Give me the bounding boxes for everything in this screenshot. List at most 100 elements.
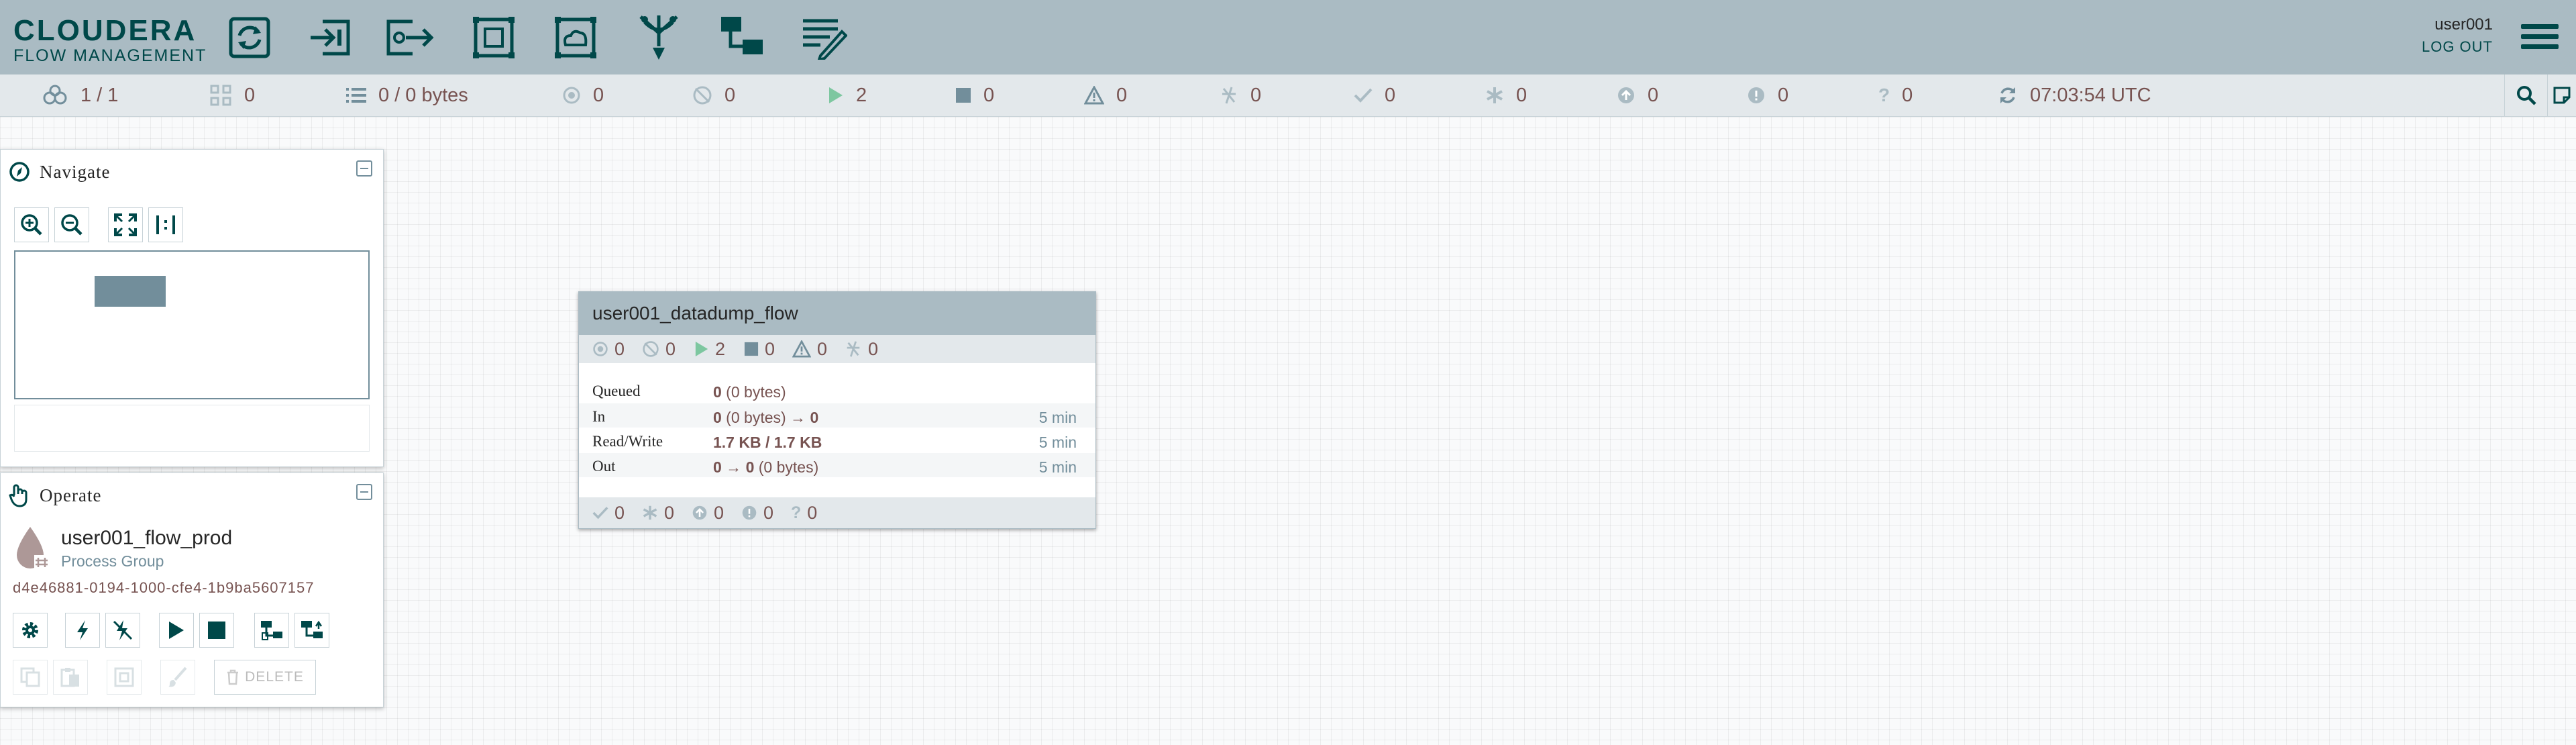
start-button[interactable] (159, 613, 194, 648)
stat-value: 1 / 1 (80, 84, 119, 106)
stat-value: 0 (1902, 84, 1913, 106)
pg-row-value: 0 (0 bytes) (713, 383, 786, 401)
navigate-panel: Navigate (0, 149, 384, 467)
global-menu-button[interactable] (2521, 24, 2559, 52)
fit-button[interactable] (108, 207, 143, 242)
zoom-out-icon (61, 214, 83, 236)
birdseye-component (95, 276, 166, 307)
pg-row-value-rest: (0 bytes) → (721, 409, 810, 426)
fit-screen-icon (114, 213, 137, 236)
operate-header[interactable]: Operate (1, 473, 383, 517)
pg-stat-stale: 0 (692, 497, 724, 528)
birdseye-view[interactable] (14, 250, 370, 399)
group-icon (114, 667, 134, 687)
stat-value: 0 (1250, 84, 1262, 106)
transmitting-icon (562, 86, 581, 105)
stat-locally-modified: 0 (1485, 74, 1527, 116)
pg-row-value-bold: 1.7 KB / 1.7 KB (713, 434, 822, 451)
process-group-version-bar: 0 0 0 0 ? 0 (579, 497, 1095, 528)
stop-icon (208, 622, 225, 639)
check-icon (1354, 87, 1373, 103)
process-group-component[interactable]: user001_datadump_flow 0 0 2 0 0 0 Queued (578, 291, 1096, 529)
stat-cluster-nodes: 0 (209, 74, 255, 116)
stop-icon (744, 342, 759, 356)
navigate-collapse-button[interactable] (356, 160, 372, 177)
search-button[interactable] (2504, 74, 2548, 116)
copy-button[interactable] (13, 660, 48, 695)
question-icon: ? (1878, 85, 1890, 105)
logout-link[interactable]: LOG OUT (2422, 35, 2493, 59)
stat-sync-failure: 0 (1747, 74, 1788, 116)
configure-button[interactable] (13, 613, 48, 648)
process-group-name: user001_datadump_flow (592, 303, 798, 324)
bulletin-board-button[interactable] (2547, 74, 2576, 116)
arrow-up-circle-icon (692, 505, 708, 521)
paste-button[interactable] (53, 660, 88, 695)
stop-button[interactable] (199, 613, 234, 648)
stat-invalid: 0 (1084, 74, 1127, 116)
pg-row-time: 5 min (1038, 409, 1077, 426)
trash-icon (227, 669, 239, 685)
enable-button[interactable] (65, 613, 100, 648)
disable-button[interactable] (105, 613, 140, 648)
processor-tool-button[interactable] (221, 9, 278, 66)
pg-row-label: Read/Write (592, 433, 663, 450)
create-template-button[interactable] (254, 613, 289, 648)
pg-stat-value: 0 (665, 338, 676, 359)
delete-button[interactable]: DELETE (214, 660, 316, 695)
process-group-stats-bar: 0 0 2 0 0 0 (579, 335, 1095, 363)
process-group-icon (473, 17, 515, 58)
nodes-icon (209, 84, 232, 107)
current-user: user001 (2434, 15, 2493, 34)
stat-stopped: 0 (955, 74, 994, 116)
stat-refresh: 07:03:54 UTC (1998, 74, 2151, 116)
pg-row-value-bold: 0 (713, 409, 722, 426)
pg-row-out: Out 0 → 0 (0 bytes) 5 min (579, 453, 1095, 477)
question-icon: ? (791, 503, 802, 522)
processor-icon (229, 17, 270, 58)
arrow-up-circle-icon (1617, 86, 1635, 105)
exclamation-circle-icon (741, 505, 757, 521)
stat-transmitting-clusters: 1 / 1 (42, 74, 118, 116)
gear-icon (22, 622, 38, 638)
logo-sub-text: FLOW MANAGEMENT (13, 46, 207, 65)
pg-row-label: Queued (592, 383, 641, 399)
operate-collapse-button[interactable] (356, 484, 372, 500)
color-button[interactable] (160, 660, 195, 695)
stat-value: 0 (724, 84, 736, 106)
paste-icon (60, 668, 79, 687)
pg-stat-transmitting: 0 (592, 335, 625, 363)
pg-stat-value: 0 (714, 502, 724, 523)
disabled-icon (845, 339, 862, 359)
pg-stat-value: 0 (807, 502, 818, 523)
input-port-tool-button[interactable] (302, 9, 358, 66)
play-icon (694, 340, 709, 358)
zoom-out-button[interactable] (54, 207, 89, 242)
flow-canvas[interactable] (0, 117, 2576, 745)
stat-value: 0 (1648, 84, 1659, 106)
list-icon (346, 87, 366, 104)
upload-template-button[interactable] (294, 613, 329, 648)
funnel-tool-button[interactable] (631, 9, 687, 66)
refresh-icon[interactable] (1998, 85, 2018, 105)
group-button[interactable] (107, 660, 142, 695)
warning-icon (1084, 86, 1104, 105)
process-group-header[interactable]: user001_datadump_flow (579, 292, 1095, 335)
stat-value: 0 (593, 84, 604, 106)
disabled-icon (1220, 85, 1238, 106)
actual-size-button[interactable] (148, 207, 183, 242)
cloudera-logo: CLOUDERA FLOW MANAGEMENT (13, 16, 207, 66)
flow-status-bar: 1 / 1 0 0 / 0 bytes 0 0 2 0 0 0 0 0 0 0 … (0, 74, 2576, 117)
navigate-header[interactable]: Navigate (1, 150, 383, 194)
process-group-tool-button[interactable] (466, 9, 522, 66)
zoom-in-button[interactable] (14, 207, 49, 242)
operate-title: Operate (40, 485, 102, 505)
label-tool-button[interactable] (796, 9, 852, 66)
cluster-icon (42, 85, 68, 106)
output-port-tool-button[interactable] (382, 9, 439, 66)
remote-process-group-tool-button[interactable] (547, 9, 604, 66)
pg-stat-value: 0 (868, 338, 879, 359)
stat-queued: 0 / 0 bytes (346, 74, 468, 116)
template-tool-button[interactable] (714, 9, 770, 66)
pg-stat-value: 0 (664, 502, 675, 523)
